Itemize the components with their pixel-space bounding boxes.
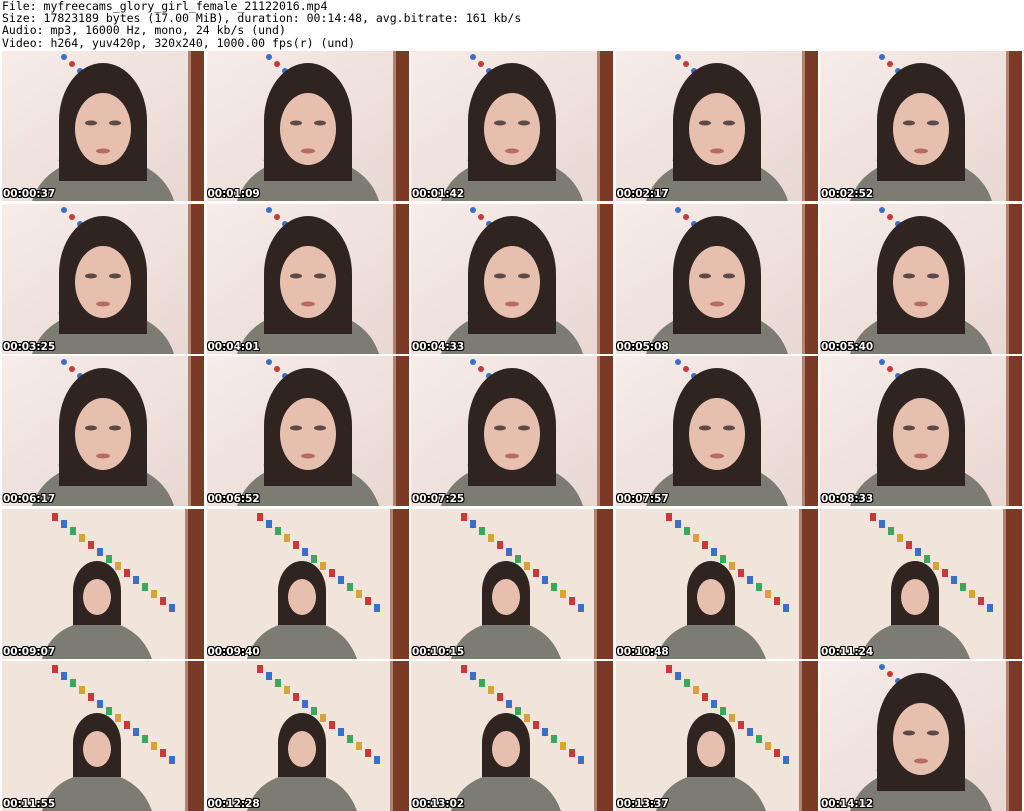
thumbnail-timestamp: 00:01:09 xyxy=(207,188,260,200)
thumbnail-frame-image xyxy=(615,508,818,659)
thumbnail-frame-image xyxy=(411,356,613,506)
video-thumbnail: 00:02:52 xyxy=(820,51,1022,201)
video-thumbnail: 00:06:17 xyxy=(2,356,204,506)
video-thumbnail: 00:04:33 xyxy=(411,203,613,354)
thumbnail-frame-image xyxy=(820,51,1022,201)
thumbnail-timestamp: 00:10:15 xyxy=(412,645,465,658)
video-thumbnail: 00:01:09 xyxy=(206,51,409,201)
video-thumbnail: 00:04:01 xyxy=(206,203,409,354)
video-info-line: Video: h264, yuv420p, 320x240, 1000.00 f… xyxy=(2,35,356,50)
video-thumbnail: 00:01:42 xyxy=(411,51,613,201)
thumbnail-frame-image xyxy=(820,508,1022,659)
thumbnail-timestamp: 00:04:33 xyxy=(412,340,465,353)
file-info-header: File: myfreecams_glory_girl_female_21122… xyxy=(2,0,1022,50)
thumbnail-timestamp: 00:11:55 xyxy=(3,798,56,810)
thumbnail-timestamp: 00:09:40 xyxy=(207,645,260,658)
thumbnail-frame-image xyxy=(2,203,204,354)
thumbnail-frame-image xyxy=(206,203,409,354)
video-thumbnail: 00:02:17 xyxy=(615,51,818,201)
video-thumbnail: 00:07:57 xyxy=(615,356,818,506)
thumbnail-timestamp: 00:01:42 xyxy=(412,188,465,200)
video-thumbnail: 00:11:24 xyxy=(820,508,1022,659)
video-thumbnail: 00:14:12 xyxy=(820,661,1022,811)
thumbnail-timestamp: 00:04:01 xyxy=(207,340,260,353)
thumbnail-frame-image xyxy=(206,508,409,659)
video-thumbnail: 00:12:28 xyxy=(206,661,409,811)
thumbnail-frame-image xyxy=(615,51,818,201)
thumbnail-timestamp: 00:14:12 xyxy=(821,798,874,810)
thumbnail-frame-image xyxy=(2,661,204,811)
thumbnail-frame-image xyxy=(2,356,204,506)
video-thumbnail: 00:03:25 xyxy=(2,203,204,354)
video-thumbnail: 00:09:40 xyxy=(206,508,409,659)
video-thumbnail: 00:13:37 xyxy=(615,661,818,811)
thumbnail-timestamp: 00:07:25 xyxy=(412,493,465,505)
thumbnail-frame-image xyxy=(615,203,818,354)
video-thumbnail: 00:05:40 xyxy=(820,203,1022,354)
thumbnail-frame-image xyxy=(411,51,613,201)
thumbnail-timestamp: 00:05:40 xyxy=(821,340,874,353)
video-thumbnail: 00:05:08 xyxy=(615,203,818,354)
thumbnail-frame-image xyxy=(411,508,613,659)
thumbnail-timestamp: 00:02:17 xyxy=(616,188,669,200)
thumbnail-timestamp: 00:08:33 xyxy=(821,493,874,505)
thumbnail-frame-image xyxy=(820,661,1022,811)
video-thumbnail: 00:13:02 xyxy=(411,661,613,811)
video-thumbnail: 00:08:33 xyxy=(820,356,1022,506)
video-thumbnail: 00:10:48 xyxy=(615,508,818,659)
thumbnail-frame-image xyxy=(2,51,204,201)
video-thumbnail: 00:11:55 xyxy=(2,661,204,811)
thumbnail-frame-image xyxy=(2,508,204,659)
thumbnail-frame-image xyxy=(820,203,1022,354)
thumbnail-timestamp: 00:02:52 xyxy=(821,188,874,200)
thumbnail-timestamp: 00:00:37 xyxy=(3,188,56,200)
thumbnail-timestamp: 00:03:25 xyxy=(3,340,56,353)
thumbnail-timestamp: 00:13:37 xyxy=(616,798,669,810)
thumbnail-timestamp: 00:13:02 xyxy=(412,798,465,810)
thumbnail-frame-image xyxy=(206,661,409,811)
thumbnail-frame-image xyxy=(411,661,613,811)
thumbnail-timestamp: 00:12:28 xyxy=(207,798,260,810)
thumbnail-frame-image xyxy=(206,51,409,201)
thumbnail-timestamp: 00:11:24 xyxy=(821,645,874,658)
video-thumbnail: 00:07:25 xyxy=(411,356,613,506)
thumbnail-frame-image xyxy=(615,661,818,811)
audio-info-line: Audio: mp3, 16000 Hz, mono, 24 kb/s (und… xyxy=(2,23,286,38)
thumbnail-frame-image xyxy=(206,356,409,506)
video-thumbnail: 00:00:37 xyxy=(2,51,204,201)
thumbnail-timestamp: 00:10:48 xyxy=(616,645,669,658)
thumbnail-timestamp: 00:09:07 xyxy=(3,645,56,658)
thumbnail-frame-image xyxy=(411,203,613,354)
thumbnail-timestamp: 00:05:08 xyxy=(616,340,669,353)
thumbnail-timestamp: 00:06:52 xyxy=(207,493,260,505)
video-thumbnail: 00:06:52 xyxy=(206,356,409,506)
thumbnail-timestamp: 00:07:57 xyxy=(616,493,669,505)
video-thumbnail: 00:10:15 xyxy=(411,508,613,659)
thumbnail-grid: 00:00:37 00:01:09 00:01:42 00:02:17 00:02:52… xyxy=(2,51,1022,811)
thumbnail-frame-image xyxy=(820,356,1022,506)
video-thumbnail: 00:09:07 xyxy=(2,508,204,659)
thumbnail-timestamp: 00:06:17 xyxy=(3,493,56,505)
thumbnail-frame-image xyxy=(615,356,818,506)
